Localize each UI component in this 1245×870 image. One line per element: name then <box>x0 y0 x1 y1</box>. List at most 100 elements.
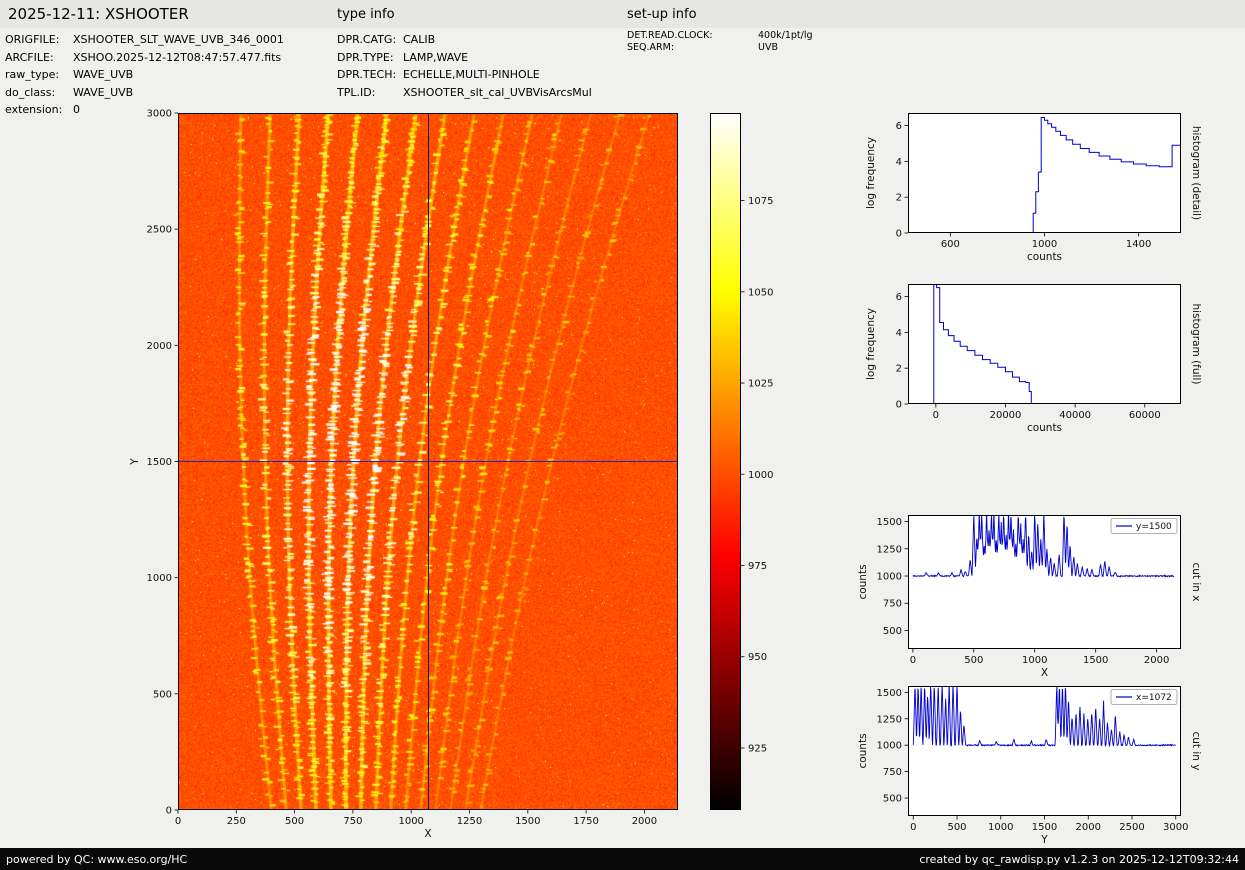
cut_x-svg: 0500100015002000500750100012501500Xcount… <box>908 515 1181 649</box>
x-tick-label: 0 <box>910 822 916 833</box>
detector_image-svg: 0250500750100012501500175020000500100015… <box>178 113 678 810</box>
x-tick-label: 60000 <box>1129 410 1161 421</box>
colorbar-outline <box>711 114 741 810</box>
metadata-key: do_class: <box>5 84 73 102</box>
y-tick-label: 4 <box>896 157 902 168</box>
x-axis-label: counts <box>1027 251 1062 263</box>
y-tick-label: 6 <box>896 292 902 303</box>
y-axis-label: Y <box>129 458 141 466</box>
colorbar-tick-label: 1000 <box>748 470 773 481</box>
metadata-key: DPR.TECH: <box>337 66 403 84</box>
metadata-value: UVB <box>758 42 778 53</box>
y-tick-label: 4 <box>896 328 902 339</box>
y-tick-label: 0 <box>896 229 902 240</box>
metadata-value: XSHOO.2025-12-12T08:47:57.477.fits <box>73 51 281 64</box>
metadata-key: extension: <box>5 101 73 119</box>
x-tick-label: 500 <box>964 655 983 666</box>
y-tick-label: 1500 <box>877 517 902 528</box>
y-tick-label: 1000 <box>877 741 902 752</box>
x-tick-label: 0 <box>910 655 916 666</box>
x-tick-label: 0 <box>933 410 939 421</box>
metadata-key: raw_type: <box>5 66 73 84</box>
x-tick-label: 1000 <box>1032 239 1057 250</box>
x-tick-label: 500 <box>285 816 304 827</box>
x-tick-label: 40000 <box>1059 410 1091 421</box>
metadata-row: DPR.TYPE:LAMP,WAVE <box>337 49 592 67</box>
x-axis-label: Y <box>1040 834 1048 846</box>
right-side-label: cut in x <box>1190 562 1202 601</box>
metadata-row: do_class:WAVE_UVB <box>5 84 284 102</box>
footer-powered-by: powered by QC: www.eso.org/HC <box>6 853 187 866</box>
colorbar-tick-label: 1025 <box>748 379 773 390</box>
metadata-key: ORIGFILE: <box>5 31 73 49</box>
x-tick-label: 1250 <box>457 816 482 827</box>
x-tick-label: 2000 <box>632 816 657 827</box>
detector-image-plot: 0250500750100012501500175020000500100015… <box>178 113 678 810</box>
setup-info-metadata: DET.READ.CLOCK:400k/1pt/lgSEQ.ARM:UVB <box>627 30 813 54</box>
axes-spine <box>179 114 678 810</box>
metadata-key: DPR.TYPE: <box>337 49 403 67</box>
metadata-row: ARCFILE:XSHOO.2025-12-12T08:47:57.477.fi… <box>5 49 284 67</box>
metadata-key: TPL.ID: <box>337 84 403 102</box>
histogram_full-svg: 02000040000600000246countslog frequencyh… <box>908 284 1181 404</box>
x-tick-label: 1000 <box>1022 655 1047 666</box>
metadata-row: DPR.TECH:ECHELLE,MULTI-PINHOLE <box>337 66 592 84</box>
x-tick-label: 750 <box>343 816 362 827</box>
x-tick-label: 600 <box>941 239 960 250</box>
metadata-value: WAVE_UVB <box>73 86 133 99</box>
cut_y-svg: 0500100015002000250030005007501000125015… <box>908 686 1181 816</box>
metadata-row: TPL.ID:XSHOOTER_slt_cal_UVBVisArcsMul <box>337 84 592 102</box>
x-tick-label: 2000 <box>1144 655 1169 666</box>
x-tick-label: 0 <box>175 816 181 827</box>
plot-background <box>908 284 1181 404</box>
x-tick-label: 3000 <box>1163 822 1188 833</box>
colorbar-tick-label: 925 <box>748 743 767 754</box>
setup-info-heading: set-up info <box>627 7 697 22</box>
y-tick-label: 3000 <box>147 109 172 120</box>
y-tick-label: 6 <box>896 121 902 132</box>
x-axis-label: X <box>424 828 431 840</box>
colorbar-tick-label: 950 <box>748 652 767 663</box>
histogram_detail-svg: 600100014000246countslog frequencyhistog… <box>908 113 1181 233</box>
metadata-key: ARCFILE: <box>5 49 73 67</box>
y-tick-label: 1000 <box>877 572 902 583</box>
x-tick-label: 1000 <box>988 822 1013 833</box>
x-tick-label: 1500 <box>1032 822 1057 833</box>
y-tick-label: 750 <box>883 599 902 610</box>
colorbar: 9259509751000102510501075 <box>710 113 741 810</box>
y-tick-label: 2000 <box>147 341 172 352</box>
cut-in-x-plot: 0500100015002000500750100012501500Xcount… <box>908 515 1181 649</box>
footer-bar: powered by QC: www.eso.org/HC created by… <box>0 848 1245 870</box>
y-tick-label: 0 <box>166 806 172 817</box>
x-tick-label: 1500 <box>515 816 540 827</box>
right-side-label: cut in y <box>1190 731 1202 770</box>
x-tick-label: 1000 <box>398 816 423 827</box>
type-info-metadata: DPR.CATG:CALIBDPR.TYPE:LAMP,WAVEDPR.TECH… <box>337 31 592 101</box>
qc-report-page: 2025-12-11: XSHOOTER type info set-up in… <box>0 0 1245 870</box>
y-axis-label: counts <box>857 733 869 768</box>
x-tick-label: 2000 <box>1076 822 1101 833</box>
y-tick-label: 750 <box>883 767 902 778</box>
y-tick-label: 1000 <box>147 573 172 584</box>
metadata-row: raw_type:WAVE_UVB <box>5 66 284 84</box>
type-info-heading: type info <box>337 7 395 22</box>
histogram-detail-plot: 600100014000246countslog frequencyhistog… <box>908 113 1181 233</box>
right-side-label: histogram (full) <box>1190 304 1202 385</box>
metadata-value: 400k/1pt/lg <box>758 30 813 41</box>
x-tick-label: 2500 <box>1119 822 1144 833</box>
cut-in-y-plot: 0500100015002000250030005007501000125015… <box>908 686 1181 816</box>
metadata-key: DPR.CATG: <box>337 31 403 49</box>
metadata-value: LAMP,WAVE <box>403 51 468 64</box>
metadata-row: DPR.CATG:CALIB <box>337 31 592 49</box>
y-tick-label: 1250 <box>877 714 902 725</box>
x-tick-label: 1750 <box>573 816 598 827</box>
header-bar: 2025-12-11: XSHOOTER type info set-up in… <box>0 0 1245 28</box>
metadata-row: DET.READ.CLOCK:400k/1pt/lg <box>627 30 813 42</box>
x-tick-label: 250 <box>227 816 246 827</box>
x-tick-label: 1500 <box>1083 655 1108 666</box>
metadata-key: SEQ.ARM: <box>627 42 758 54</box>
plot-background <box>908 113 1181 233</box>
metadata-value: XSHOOTER_slt_cal_UVBVisArcsMul <box>403 86 592 99</box>
y-tick-label: 0 <box>896 400 902 411</box>
y-axis-label: log frequency <box>865 308 877 380</box>
